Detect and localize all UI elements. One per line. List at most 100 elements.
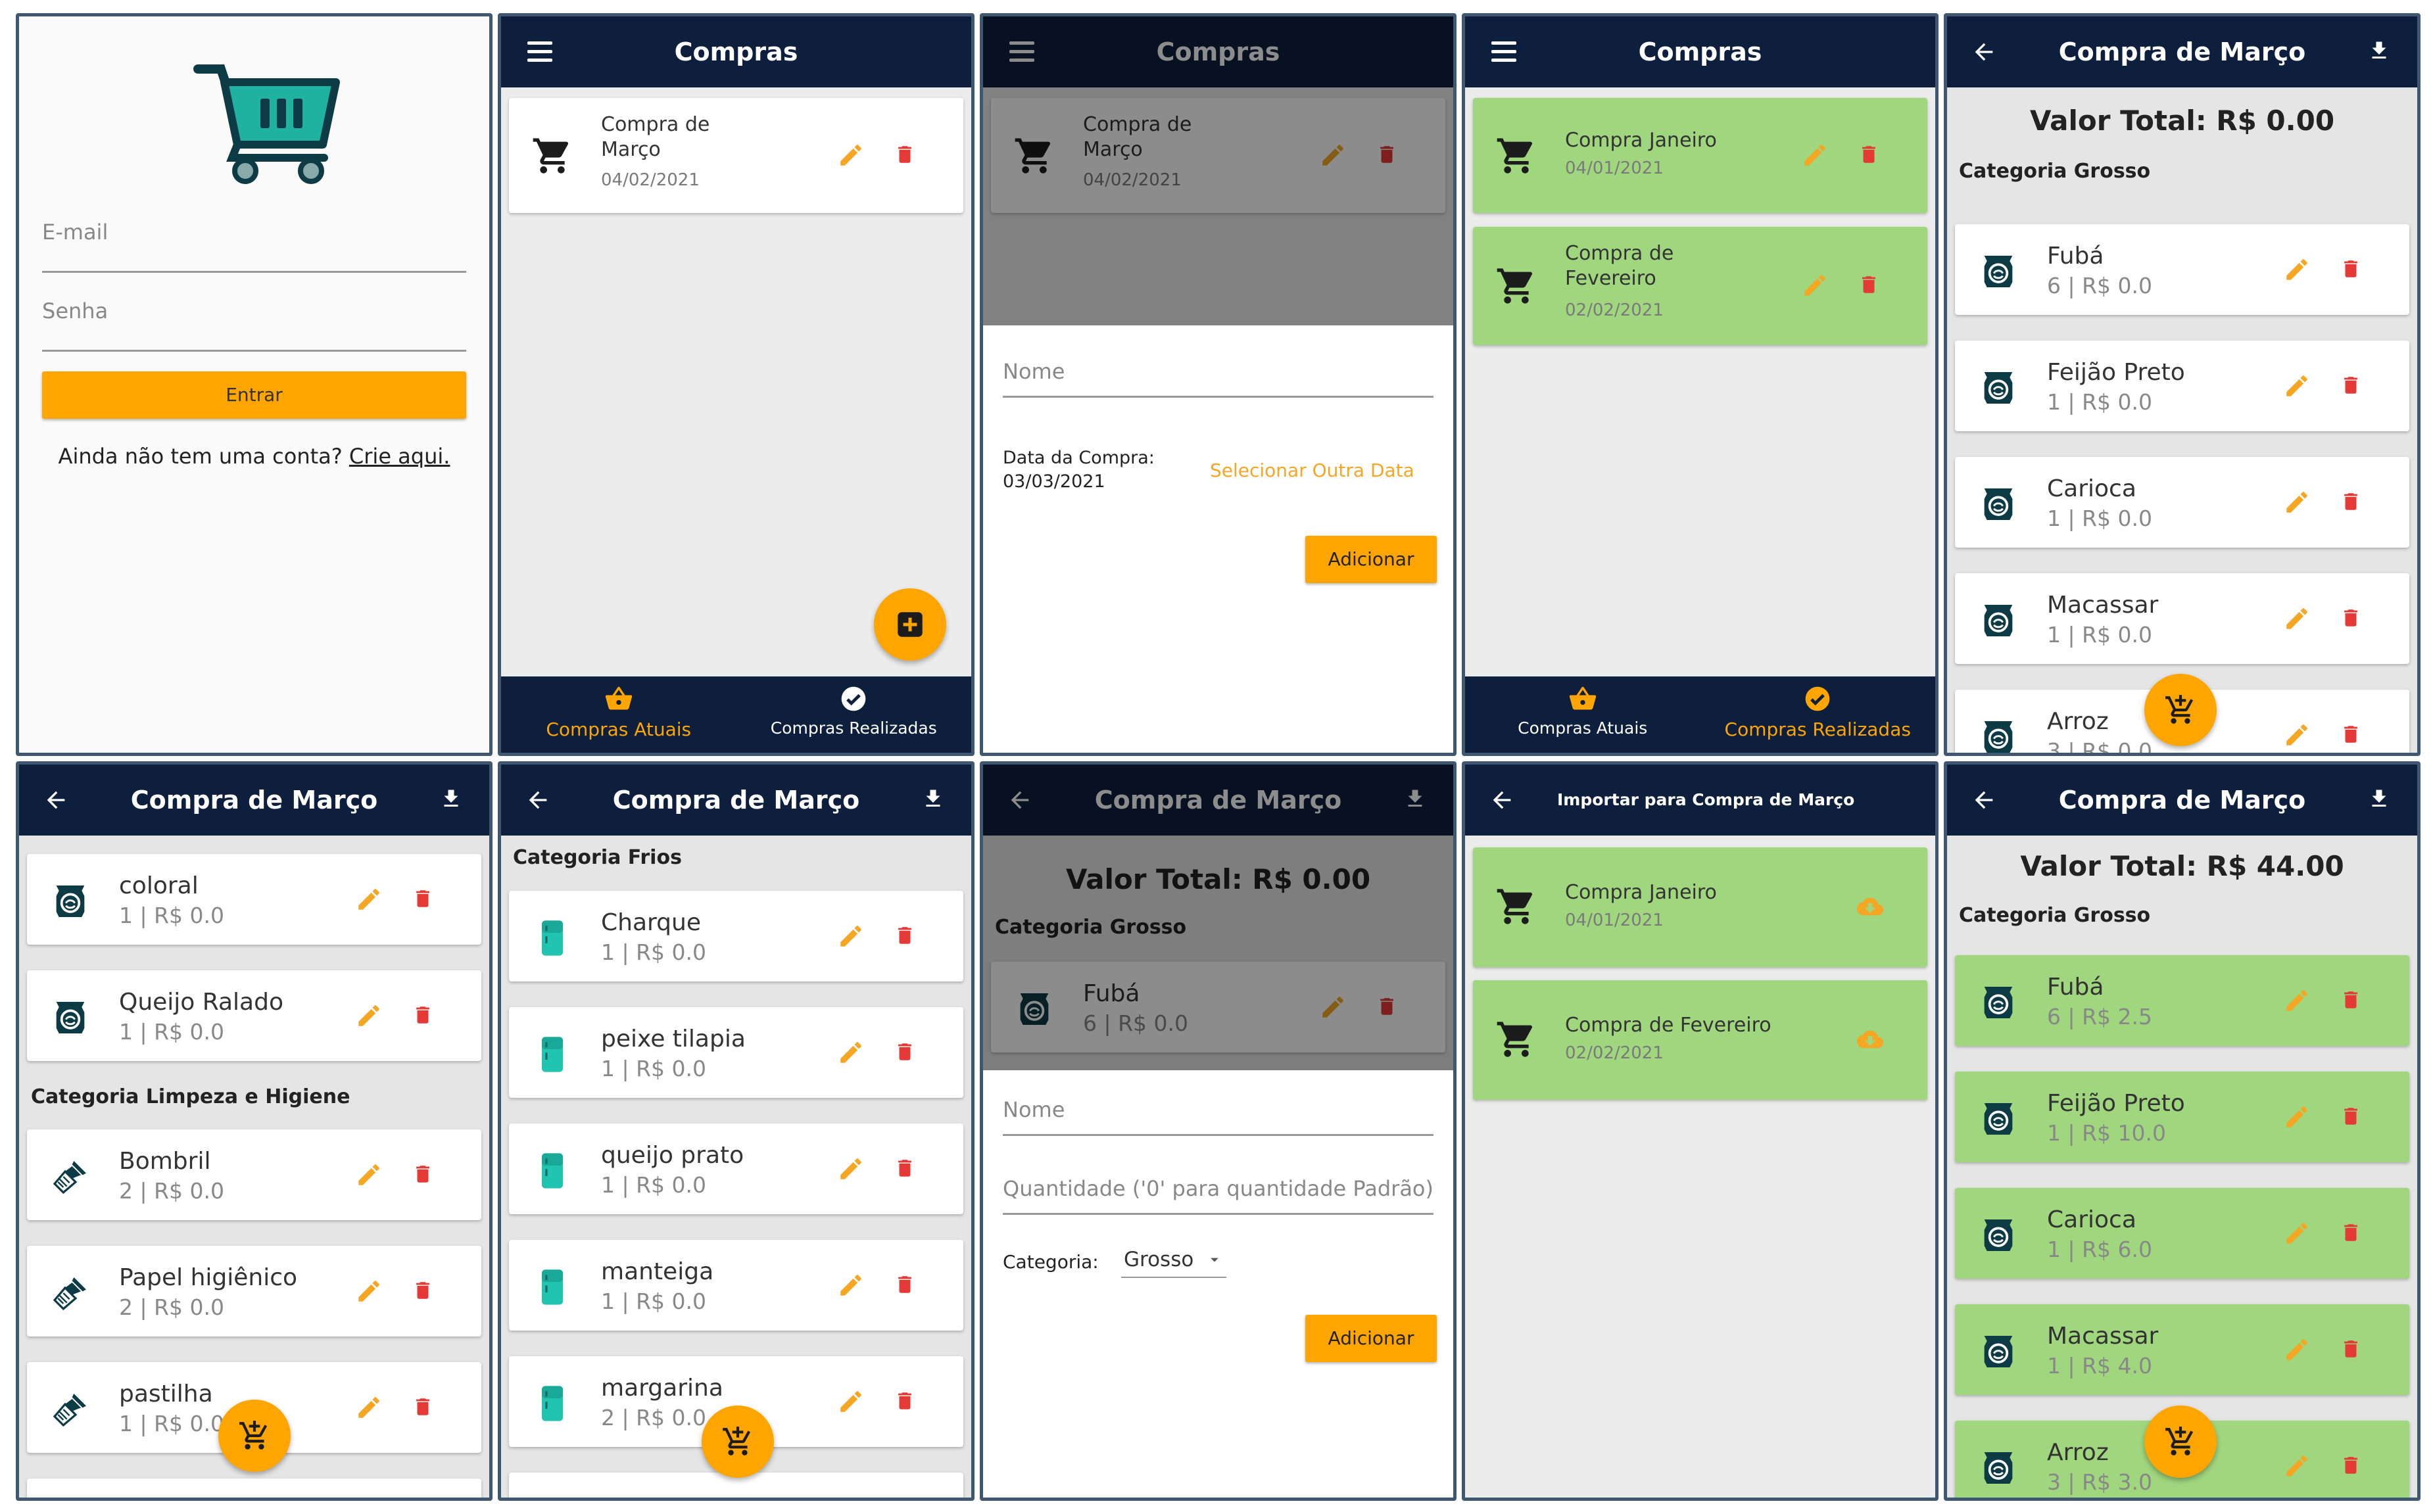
delete-icon[interactable] bbox=[2340, 371, 2362, 400]
enter-button[interactable]: Entrar bbox=[42, 371, 466, 419]
add-item-fab[interactable] bbox=[218, 1400, 291, 1472]
delete-icon[interactable] bbox=[2340, 985, 2362, 1014]
item-card[interactable]: Carioca 1 | R$ 6.0 bbox=[1955, 1188, 2409, 1279]
edit-icon[interactable] bbox=[355, 1394, 383, 1421]
edit-icon[interactable] bbox=[2283, 1103, 2311, 1131]
add-item-fab[interactable] bbox=[2144, 1406, 2217, 1478]
edit-icon[interactable] bbox=[2283, 1452, 2311, 1480]
download-icon[interactable] bbox=[439, 784, 463, 813]
cloud-download-icon[interactable] bbox=[1852, 893, 1888, 920]
delete-icon[interactable] bbox=[894, 1386, 916, 1415]
edit-icon[interactable] bbox=[837, 1271, 865, 1299]
delete-icon[interactable] bbox=[412, 1392, 434, 1421]
edit-icon[interactable] bbox=[355, 1277, 383, 1305]
name-field[interactable]: Nome bbox=[1003, 339, 1433, 398]
item-card[interactable]: Macassar 1 | R$ 0.0 bbox=[1955, 573, 2409, 664]
edit-icon[interactable] bbox=[355, 1002, 383, 1029]
item-card[interactable]: peixe tilapia 1 | R$ 0.0 bbox=[509, 1007, 963, 1098]
item-card[interactable]: Charque 1 | R$ 0.0 bbox=[509, 891, 963, 981]
purchase-card[interactable]: Compra Janeiro 04/01/2021 bbox=[1473, 98, 1927, 213]
download-icon[interactable] bbox=[2367, 784, 2391, 813]
edit-icon[interactable] bbox=[1801, 141, 1829, 169]
edit-icon[interactable] bbox=[1801, 272, 1829, 299]
edit-icon[interactable] bbox=[2283, 987, 2311, 1014]
nav-current-purchases[interactable]: Compras Atuais bbox=[501, 684, 736, 740]
item-card[interactable]: Fubá 6 | R$ 2.5 bbox=[1955, 955, 2409, 1046]
add-item-fab[interactable] bbox=[702, 1406, 774, 1478]
item-card[interactable]: Fubá 6 | R$ 0.0 bbox=[1955, 224, 2409, 315]
edit-icon[interactable] bbox=[837, 922, 865, 950]
edit-icon[interactable] bbox=[2283, 256, 2311, 283]
delete-icon[interactable] bbox=[2340, 603, 2362, 632]
edit-icon[interactable] bbox=[2283, 1336, 2311, 1363]
add-purchase-fab[interactable] bbox=[874, 588, 946, 661]
delete-icon[interactable] bbox=[2340, 720, 2362, 749]
password-placeholder: Senha bbox=[42, 298, 108, 323]
delete-icon[interactable] bbox=[412, 884, 434, 913]
delete-icon[interactable] bbox=[894, 1154, 916, 1183]
add-item-fab[interactable] bbox=[2144, 674, 2217, 746]
name-field[interactable]: Nome bbox=[1003, 1077, 1433, 1136]
item-card-partial[interactable] bbox=[27, 1478, 481, 1498]
item-card[interactable]: Feijão Preto 1 | R$ 10.0 bbox=[1955, 1072, 2409, 1162]
item-card[interactable]: Queijo Ralado 1 | R$ 0.0 bbox=[27, 970, 481, 1061]
signup-link[interactable]: Crie aqui. bbox=[349, 444, 450, 469]
nav-current-purchases[interactable]: Compras Atuais bbox=[1465, 684, 1700, 738]
edit-icon[interactable] bbox=[355, 1161, 383, 1189]
email-field[interactable]: E-mail bbox=[42, 201, 466, 273]
delete-icon[interactable] bbox=[2340, 1335, 2362, 1363]
delete-icon[interactable] bbox=[1858, 270, 1880, 299]
delete-icon[interactable] bbox=[412, 1276, 434, 1305]
item-card[interactable]: Carioca 1 | R$ 0.0 bbox=[1955, 457, 2409, 548]
edit-icon[interactable] bbox=[2283, 372, 2311, 400]
delete-icon[interactable] bbox=[1858, 140, 1880, 169]
cloud-download-icon[interactable] bbox=[1852, 1026, 1888, 1052]
edit-icon[interactable] bbox=[837, 141, 865, 169]
item-card[interactable]: Feijão Preto 1 | R$ 0.0 bbox=[1955, 341, 2409, 431]
item-card[interactable]: queijo prato 1 | R$ 0.0 bbox=[509, 1123, 963, 1214]
add-button[interactable]: Adicionar bbox=[1305, 1315, 1437, 1362]
item-card[interactable]: Bombril 2 | R$ 0.0 bbox=[27, 1129, 481, 1220]
item-card[interactable]: manteiga 1 | R$ 0.0 bbox=[509, 1240, 963, 1331]
download-icon[interactable] bbox=[921, 784, 945, 813]
edit-icon[interactable] bbox=[2283, 488, 2311, 516]
delete-icon[interactable] bbox=[2340, 1102, 2362, 1131]
delete-icon[interactable] bbox=[894, 140, 916, 169]
purchase-card[interactable]: Compra de Fevereiro 02/02/2021 bbox=[1473, 227, 1927, 345]
edit-icon[interactable] bbox=[2283, 1219, 2311, 1247]
back-arrow-icon[interactable] bbox=[1489, 787, 1515, 813]
edit-icon[interactable] bbox=[837, 1155, 865, 1183]
delete-icon[interactable] bbox=[894, 921, 916, 950]
edit-icon[interactable] bbox=[837, 1388, 865, 1415]
modal-scrim[interactable] bbox=[983, 765, 1453, 1070]
delete-icon[interactable] bbox=[2340, 254, 2362, 283]
select-date-button[interactable]: Selecionar Outra Data bbox=[1210, 460, 1414, 481]
import-card[interactable]: Compra Janeiro 04/01/2021 bbox=[1473, 847, 1927, 967]
modal-scrim[interactable] bbox=[983, 16, 1453, 325]
nav-done-purchases[interactable]: Compras Realizadas bbox=[736, 684, 972, 738]
cart-icon bbox=[1495, 135, 1537, 177]
edit-icon[interactable] bbox=[2283, 721, 2311, 749]
edit-icon[interactable] bbox=[355, 886, 383, 913]
delete-icon[interactable] bbox=[2340, 1451, 2362, 1480]
item-card[interactable]: Papel higiênico 2 | R$ 0.0 bbox=[27, 1246, 481, 1336]
import-card[interactable]: Compra de Fevereiro 02/02/2021 bbox=[1473, 980, 1927, 1100]
item-card[interactable]: coloral 1 | R$ 0.0 bbox=[27, 854, 481, 945]
password-field[interactable]: Senha bbox=[42, 279, 466, 352]
purchase-card[interactable]: Compra de Março 04/02/2021 bbox=[509, 98, 963, 213]
download-icon[interactable] bbox=[2367, 36, 2391, 65]
category-select[interactable]: Grosso bbox=[1121, 1241, 1226, 1278]
delete-icon[interactable] bbox=[2340, 1218, 2362, 1247]
delete-icon[interactable] bbox=[894, 1270, 916, 1299]
quantity-field[interactable]: Quantidade ('0' para quantidade Padrão) bbox=[1003, 1156, 1433, 1215]
nav-done-purchases[interactable]: Compras Realizadas bbox=[1700, 684, 1936, 740]
edit-icon[interactable] bbox=[837, 1039, 865, 1066]
delete-icon[interactable] bbox=[2340, 487, 2362, 516]
add-button[interactable]: Adicionar bbox=[1305, 536, 1437, 583]
item-card[interactable]: Macassar 1 | R$ 4.0 bbox=[1955, 1304, 2409, 1395]
edit-icon[interactable] bbox=[2283, 605, 2311, 632]
delete-icon[interactable] bbox=[412, 1160, 434, 1189]
delete-icon[interactable] bbox=[412, 1001, 434, 1029]
delete-icon[interactable] bbox=[894, 1037, 916, 1066]
item-name: margarina bbox=[601, 1375, 723, 1402]
